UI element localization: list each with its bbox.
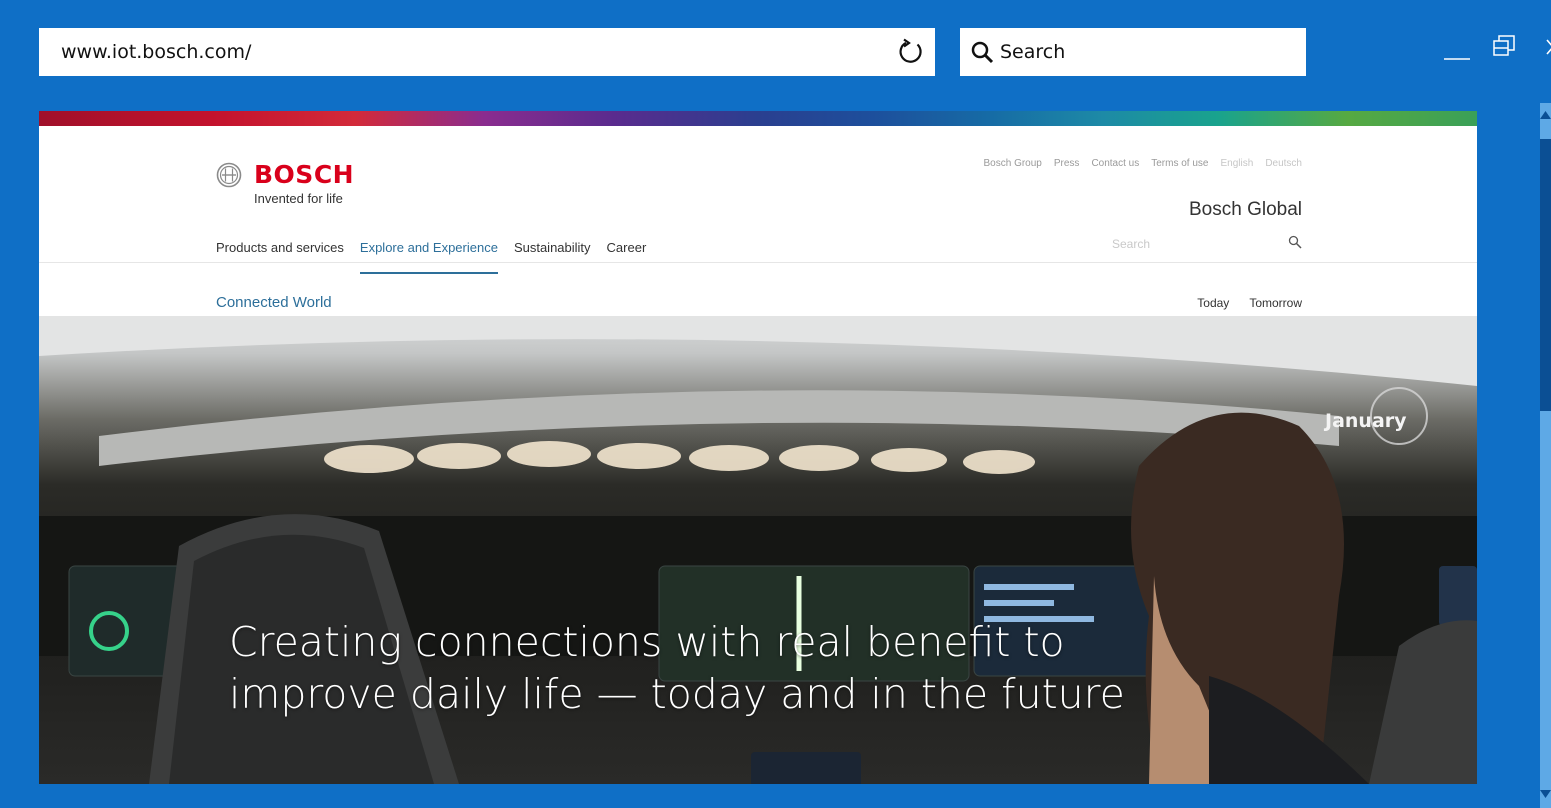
meta-nav: Bosch Group Press Contact us Terms of us… [984,158,1303,169]
search-icon[interactable] [960,40,1000,64]
tab-tomorrow[interactable]: Tomorrow [1249,296,1302,310]
nav-products[interactable]: Products and services [216,240,344,274]
time-tabs: Today Tomorrow [1197,296,1302,310]
main-nav: Products and services Explore and Experi… [216,240,646,274]
close-icon[interactable] [1536,30,1551,64]
supergraphic-stripe [39,111,1477,126]
window-controls [1440,30,1551,64]
nav-career[interactable]: Career [607,240,647,274]
meta-nav-english[interactable]: English [1221,158,1254,169]
page-viewport: BOSCH Invented for life Bosch Group Pres… [39,111,1477,784]
hero-headline: Creating connections with real benefit t… [229,618,1125,718]
meta-nav-press[interactable]: Press [1054,158,1080,169]
restore-icon[interactable] [1488,30,1522,64]
meta-nav-deutsch[interactable]: Deutsch [1265,158,1302,169]
hero-video[interactable]: January Creating connections with real b… [39,316,1477,784]
site-search [1112,234,1302,253]
reload-icon[interactable] [887,28,935,76]
hero-badge: January [1325,410,1407,432]
address-url[interactable]: www.iot.bosch.com/ [39,41,887,63]
scroll-down-icon[interactable] [1540,788,1551,802]
bosch-logo[interactable]: BOSCH Invented for life [216,162,354,206]
tab-today[interactable]: Today [1197,296,1229,310]
nav-sustainability[interactable]: Sustainability [514,240,591,274]
header-divider [39,262,1477,263]
vertical-scrollbar[interactable] [1540,103,1551,808]
site-header: BOSCH Invented for life Bosch Group Pres… [39,126,1477,327]
site-search-icon[interactable] [1288,234,1302,253]
browser-search-input[interactable] [1000,41,1290,63]
site-search-input[interactable] [1112,236,1262,251]
scroll-up-icon[interactable] [1540,107,1551,129]
nav-explore[interactable]: Explore and Experience [359,240,498,274]
meta-nav-terms[interactable]: Terms of use [1151,158,1208,169]
meta-nav-contact[interactable]: Contact us [1091,158,1139,169]
brand-tagline: Invented for life [254,191,343,206]
browser-search-bar[interactable] [960,28,1306,76]
brand-name: BOSCH [254,160,355,189]
scroll-thumb[interactable] [1540,139,1551,411]
bosch-armature-icon [216,162,242,188]
meta-nav-bosch-group[interactable]: Bosch Group [984,158,1042,169]
address-bar[interactable]: www.iot.bosch.com/ [39,28,935,76]
site-title: Bosch Global [1188,199,1302,220]
minimize-icon[interactable] [1440,30,1474,64]
